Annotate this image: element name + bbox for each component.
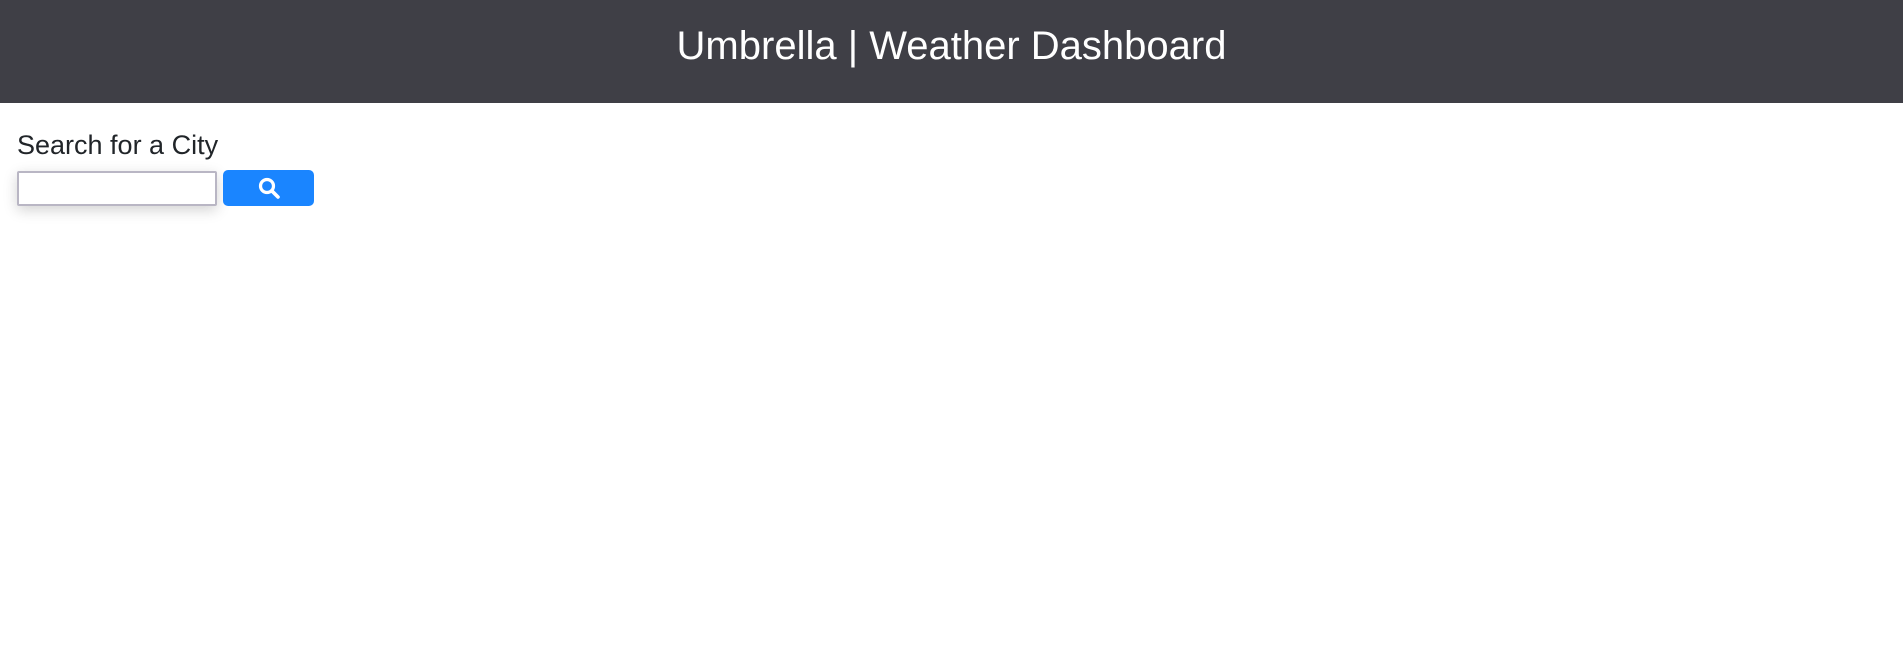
search-icon — [257, 176, 281, 200]
page-title: Umbrella | Weather Dashboard — [676, 24, 1227, 68]
search-row — [17, 170, 314, 206]
search-button[interactable] — [223, 170, 314, 206]
search-heading: Search for a City — [17, 130, 219, 160]
city-search-input[interactable] — [17, 170, 217, 206]
page-header: Umbrella | Weather Dashboard — [0, 0, 1903, 103]
search-section: Search for a City — [17, 125, 314, 206]
